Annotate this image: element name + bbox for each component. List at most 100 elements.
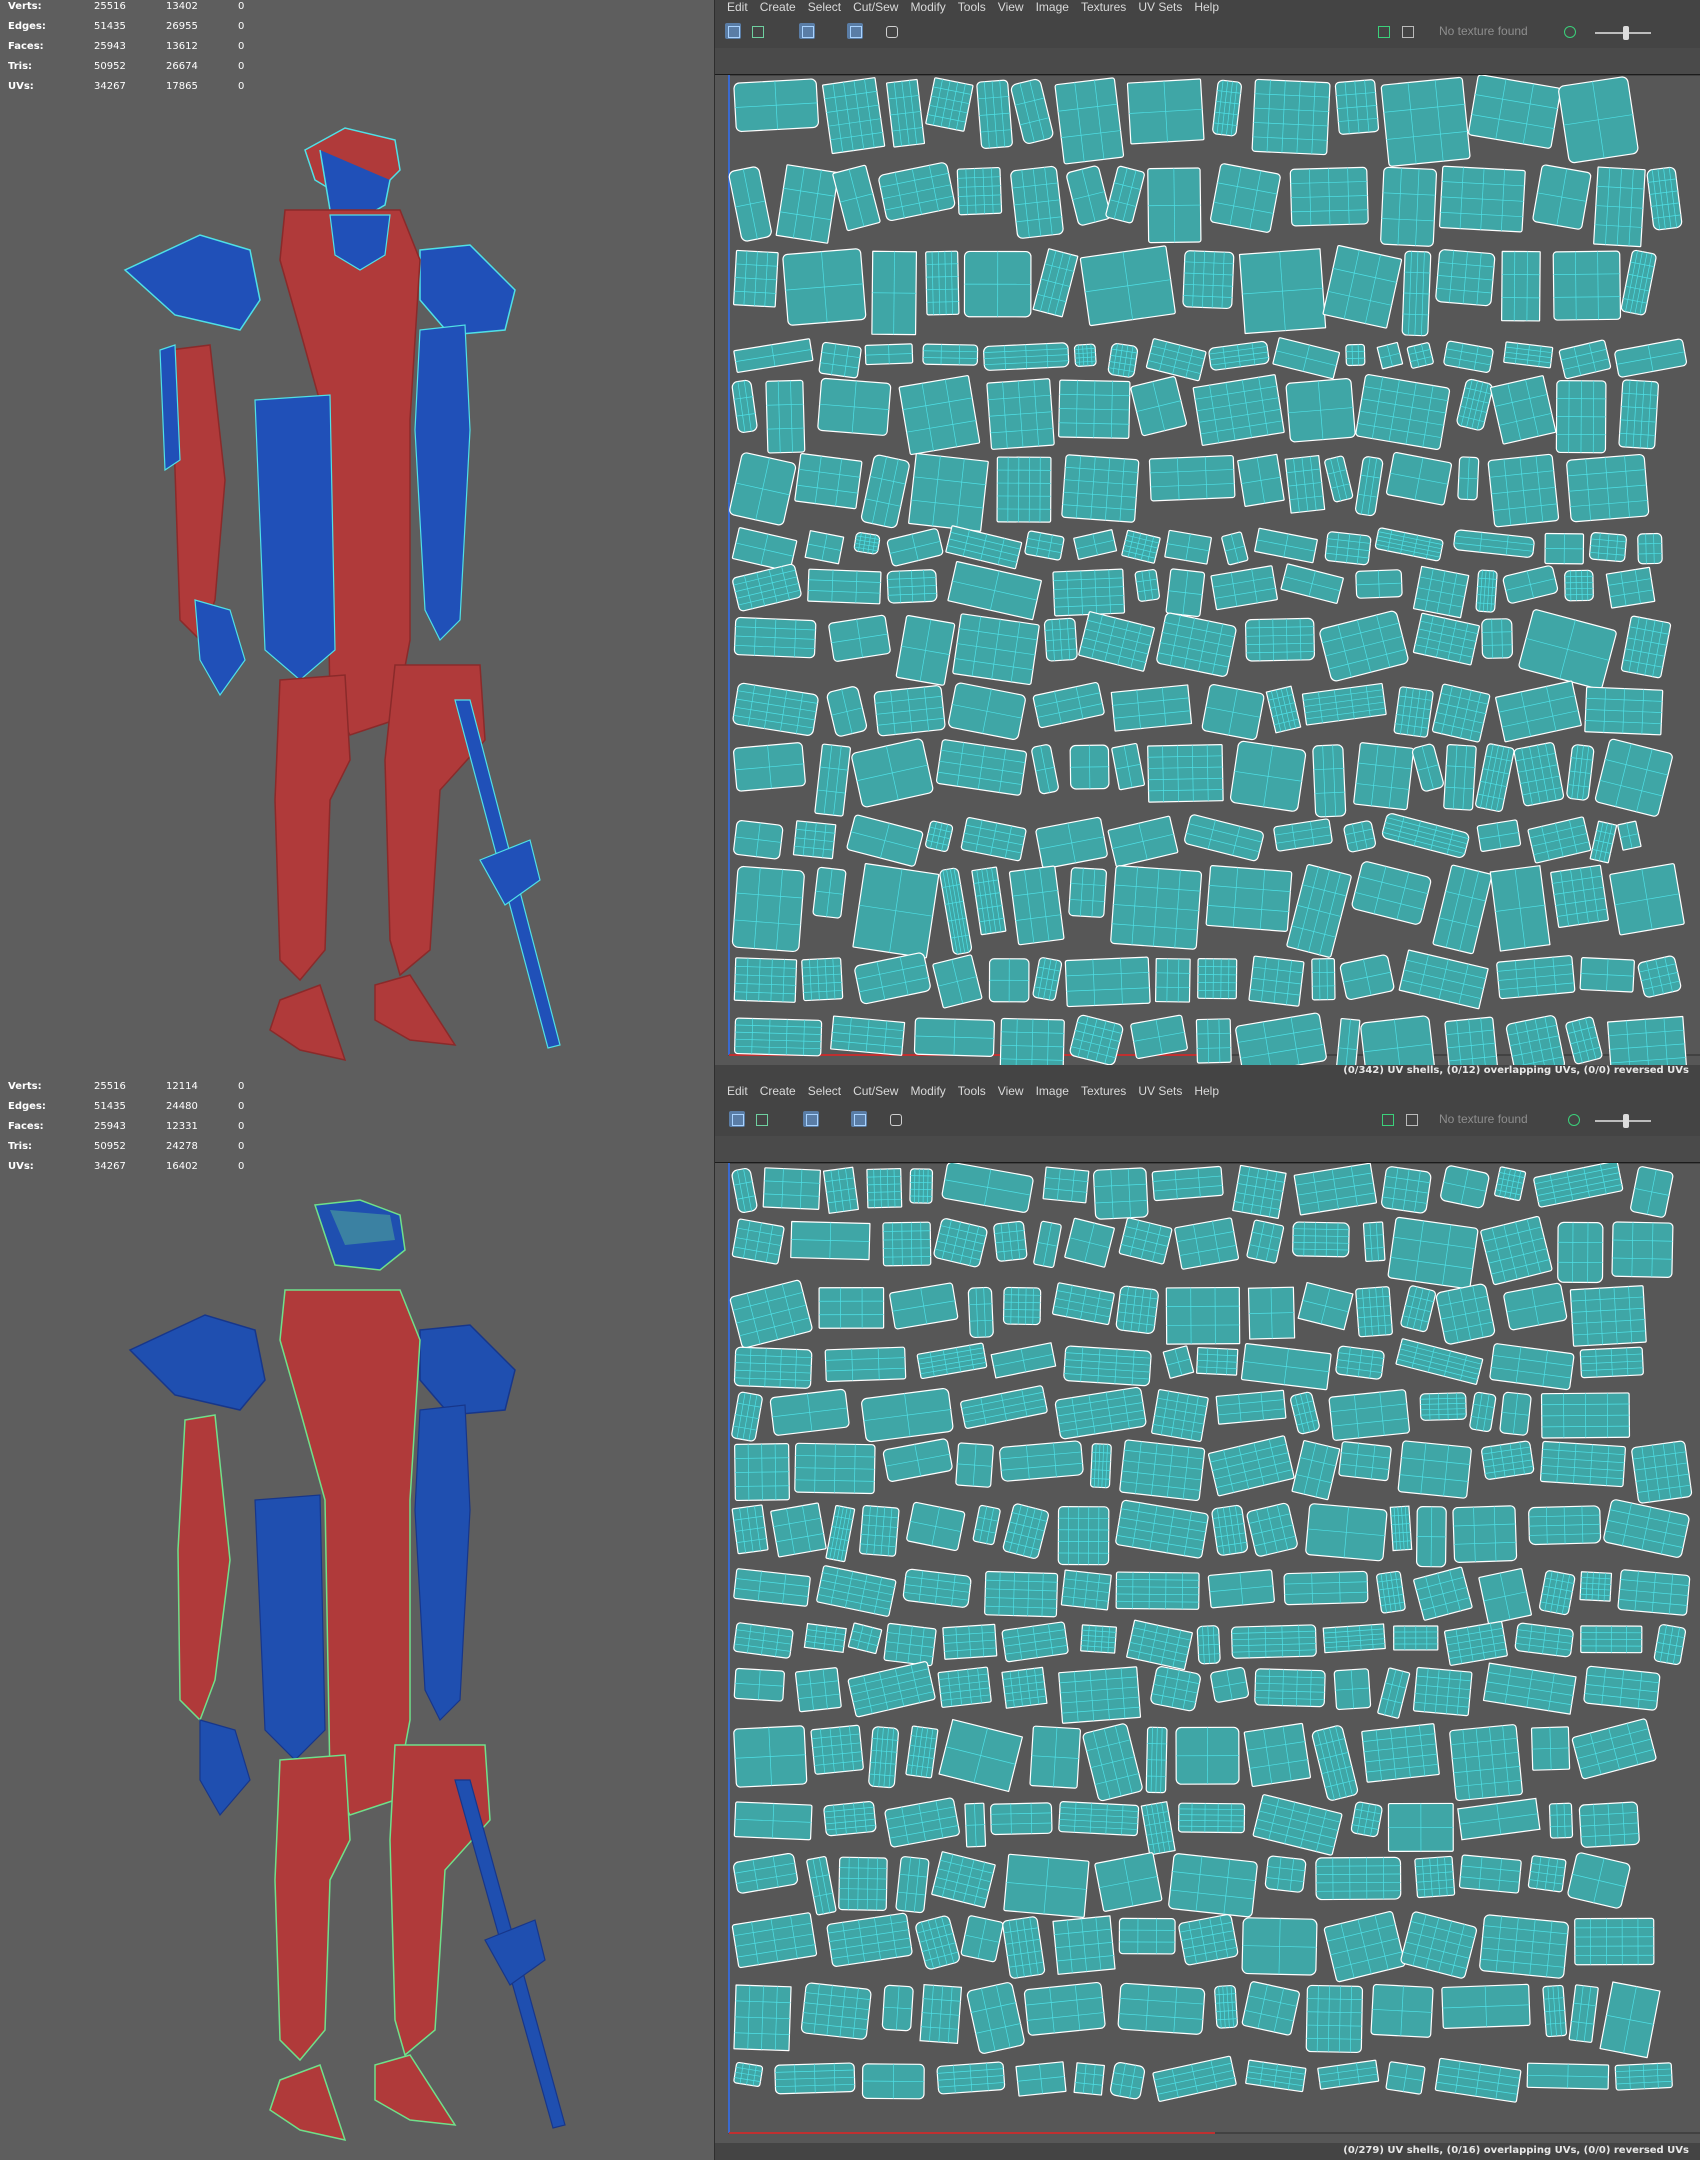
uv-shell[interactable] [1058,1666,1142,1724]
uv-shell[interactable] [1247,1286,1296,1340]
uv-shell[interactable] [1393,686,1434,738]
uv-shell[interactable] [1145,338,1207,382]
uv-shell[interactable] [1552,250,1622,321]
uv-shell[interactable] [1064,1217,1115,1268]
uv-shell[interactable] [824,1346,907,1383]
uv-shell[interactable] [1505,1015,1566,1065]
uv-shell[interactable] [1393,1625,1439,1651]
uv-shell[interactable] [1343,820,1377,853]
uv-shell[interactable] [782,248,867,326]
uv-shell[interactable] [1323,1911,1406,1983]
menu-item[interactable]: Image [1036,0,1069,14]
uv-shell[interactable] [1010,165,1064,239]
uv-shell[interactable] [996,456,1052,523]
menu-item[interactable]: Cut/Sew [853,1080,898,1102]
uv-shell[interactable] [732,249,779,308]
uv-shell[interactable] [861,1387,954,1443]
uv-shell[interactable] [728,166,772,242]
uv-shell[interactable] [800,1982,872,2040]
uv-shell[interactable] [1513,742,1565,807]
uv-shell[interactable] [1387,1802,1454,1852]
uv-shell[interactable] [1489,375,1557,445]
uv-shell[interactable] [1060,1569,1112,1611]
uv-shell[interactable] [1192,374,1285,446]
uv-shell[interactable] [1289,166,1369,227]
uv-shell[interactable] [1145,1726,1168,1794]
uv-shell[interactable] [1210,163,1281,233]
uv-shell[interactable] [1489,865,1551,952]
uv-shell[interactable] [1381,812,1470,858]
menu-item[interactable]: UV Sets [1138,1080,1182,1102]
uv-shell[interactable] [822,1166,859,1214]
uv-shell[interactable] [1165,1286,1241,1345]
uv-shell[interactable] [971,866,1007,936]
uv-shell[interactable] [1082,1723,1143,1802]
uv-shell[interactable] [1361,1723,1440,1783]
uv-shell[interactable] [1618,379,1659,450]
uv-shell[interactable] [1370,1983,1434,2038]
uv-shell[interactable] [1583,1665,1661,1711]
uv-shell[interactable] [1345,343,1366,367]
uv-shell[interactable] [731,1504,769,1555]
uv-shell[interactable] [1118,1217,1173,1265]
uv-shell[interactable] [729,452,797,526]
uv-shell[interactable] [1526,2062,1610,2090]
uv-shell[interactable] [1355,374,1451,451]
uv-shell[interactable] [1401,250,1432,337]
uv-shell[interactable] [960,1385,1048,1429]
uv-shell[interactable] [1284,454,1326,514]
uv-shell[interactable] [902,1568,972,1608]
uv-shell[interactable] [882,1438,953,1482]
uv-shell[interactable] [1205,865,1293,932]
uv-shell[interactable] [895,1856,930,1914]
uv-shell[interactable] [1052,1915,1116,1975]
uv-shell[interactable] [1435,1283,1496,1345]
uv-shell[interactable] [864,343,914,366]
uv-shell[interactable] [1567,1852,1631,1909]
uv-shell[interactable] [1293,1163,1378,1216]
uv-shell[interactable] [814,743,851,817]
uv-shell[interactable] [1024,530,1065,561]
uv-shell[interactable] [1023,1981,1106,2036]
uv-shell[interactable] [733,820,784,860]
uv-shell[interactable] [1165,568,1206,618]
uv-shell[interactable] [1637,955,1682,998]
uv-shell[interactable] [807,568,882,605]
uv-shell[interactable] [1229,740,1307,812]
uv-shell[interactable] [983,342,1070,371]
uv-shell[interactable] [733,1852,799,1894]
uv-shell[interactable] [1480,1215,1553,1286]
model-3d-top[interactable] [0,0,714,1080]
uv-shell[interactable] [1335,1345,1385,1380]
uv-shell[interactable] [790,1220,871,1261]
uv-shell[interactable] [1355,1286,1393,1338]
uv-shell[interactable] [1168,1853,1258,1918]
uv-shell[interactable] [886,569,938,604]
uv-shell[interactable] [1130,376,1187,437]
uv-shell[interactable] [1419,1392,1467,1421]
uv-shell[interactable] [733,1568,811,1607]
uv-shell[interactable] [1111,742,1145,791]
uv-shell[interactable] [1033,1220,1062,1268]
uv-shell[interactable] [1434,2057,1522,2103]
uv-shell[interactable] [1532,164,1592,230]
uv-shell[interactable] [925,820,954,853]
uv-shell[interactable] [933,1218,988,1268]
uv-shell[interactable] [1215,1389,1287,1425]
uv-shell[interactable] [823,1800,877,1837]
uv-shell[interactable] [915,1915,961,1970]
uv-shell[interactable] [731,1391,763,1442]
uv-shell[interactable] [732,563,802,612]
uv-shell[interactable] [1175,1726,1240,1785]
uv-shell[interactable] [1280,563,1344,604]
uv-shell[interactable] [1494,1166,1527,1202]
uv-shell[interactable] [1631,1440,1693,1504]
uv-shell[interactable] [1566,453,1650,523]
uv-shell[interactable] [847,1622,883,1655]
uv-shell[interactable] [851,738,934,808]
uv-shell[interactable] [1579,1346,1644,1379]
uv-shell[interactable] [1073,2062,1105,2096]
grid-icon[interactable] [851,1111,867,1127]
menu-item[interactable]: Textures [1081,1080,1126,1102]
uv-shell[interactable] [854,952,931,1005]
